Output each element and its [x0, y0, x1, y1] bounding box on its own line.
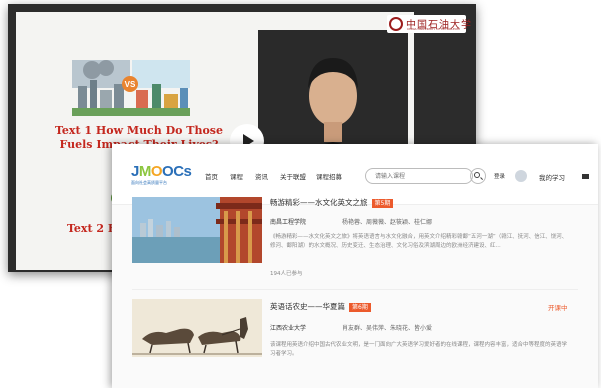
- nav-about-alliance[interactable]: 关于联盟: [280, 171, 306, 181]
- university-logo: 中国石油大学 CHINA UNIVERSITY OF PETROLEUM: [387, 15, 471, 33]
- signin-link[interactable]: 登录: [494, 172, 505, 180]
- enrolled-count: 194人已参与: [270, 271, 303, 277]
- course-card[interactable]: 畅游精彩——水文化英文之旅 第5期 南昌工程学院 杨艳蓉、周薇薇、赵筱颖、桂仁娜 …: [132, 197, 590, 281]
- search-icon[interactable]: [470, 168, 486, 184]
- course-school: 南昌工程学院: [270, 219, 307, 226]
- course-title-row[interactable]: 英语话农史——华夏篇 第6期: [270, 301, 371, 312]
- divider: [132, 289, 578, 290]
- my-learning-link[interactable]: 我的学习: [539, 172, 565, 182]
- course-card[interactable]: 英语话农史——华夏篇 第6期 开课中 江西农业大学 肖友群、吴伟萍、朱晓花、皆小爱…: [132, 299, 590, 379]
- course-title[interactable]: 畅游精彩——水文化英文之旅: [270, 198, 368, 207]
- top-navbar: JMOOCs 面向社会高质量平台 首页 课程 资讯 关于联盟 课程招募 登录 我…: [112, 144, 598, 205]
- site-logo[interactable]: JMOOCs 面向社会高质量平台: [131, 163, 192, 186]
- pollution-illustration: VS: [72, 60, 190, 116]
- term-badge: 第6期: [349, 302, 371, 312]
- status-badge: 开课中: [548, 304, 568, 312]
- nav-home[interactable]: 首页: [205, 171, 218, 181]
- course-title[interactable]: 英语话农史——华夏篇: [270, 302, 345, 311]
- search-box[interactable]: [365, 168, 473, 184]
- logo-subtitle: 面向社会高质量平台: [131, 180, 167, 185]
- course-teachers: 肖友群、吴伟萍、朱晓花、皆小爱: [342, 325, 433, 332]
- nav-news[interactable]: 资讯: [255, 171, 268, 181]
- avatar[interactable]: [515, 170, 527, 182]
- search-input[interactable]: [375, 171, 465, 181]
- nav-courses[interactable]: 课程: [230, 171, 243, 181]
- jmoocs-window: JMOOCs 面向社会高质量平台 首页 课程 资讯 关于联盟 课程招募 登录 我…: [112, 144, 598, 388]
- course-teachers: 杨艳蓉、周薇薇、赵筱颖、桂仁娜: [342, 219, 433, 226]
- mail-icon[interactable]: [582, 174, 589, 179]
- logo-text: JMOOCs: [131, 163, 192, 180]
- university-subname: CHINA UNIVERSITY OF PETROLEUM: [407, 27, 460, 31]
- course-thumbnail[interactable]: [132, 197, 262, 263]
- university-seal-icon: [389, 17, 403, 31]
- term-badge: 第5期: [371, 198, 394, 208]
- course-school: 江西农业大学: [270, 325, 307, 332]
- course-description: 该课程用英语介绍中国古代农业文明，是一门面向广大英语学习爱好者的在线课程，课程内…: [270, 342, 568, 357]
- course-thumbnail[interactable]: [132, 299, 262, 357]
- vs-label: VS: [125, 80, 136, 89]
- course-description: 《畅游精彩——水文化英文之旅》将英语语言与水文化融合，用英文介绍精彩赣鄱“五河一…: [270, 234, 568, 249]
- nav-course-recruit[interactable]: 课程招募: [316, 171, 342, 181]
- course-title-row[interactable]: 畅游精彩——水文化英文之旅 第5期: [270, 197, 394, 208]
- course-list: 畅游精彩——水文化英文之旅 第5期 南昌工程学院 杨艳蓉、周薇薇、赵筱颖、桂仁娜 …: [112, 197, 598, 388]
